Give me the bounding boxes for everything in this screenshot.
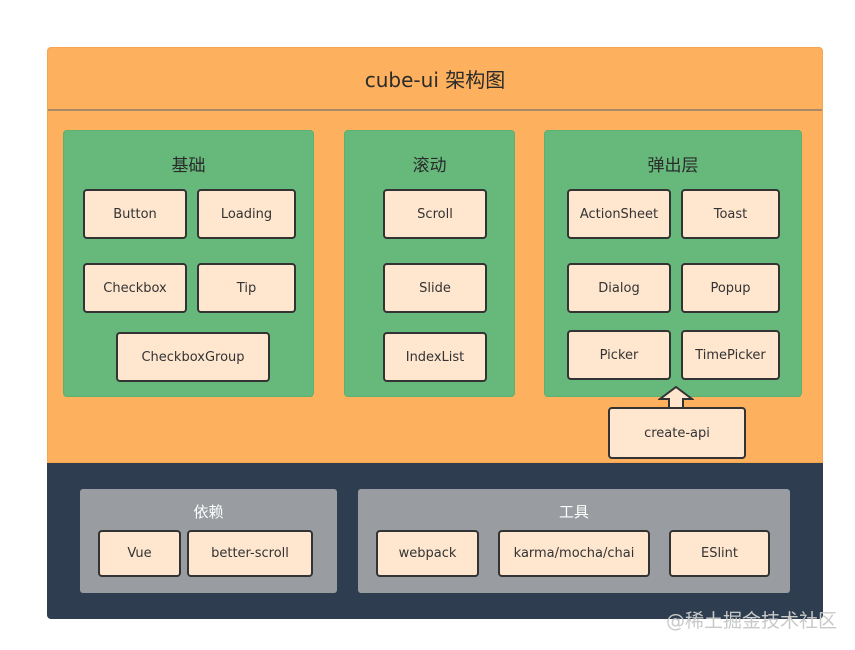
dependency-better-scroll: better-scroll [187, 530, 313, 577]
group-title: 弹出层 [647, 156, 699, 176]
panel-title: 工具 [558, 503, 589, 521]
component-slide: Slide [383, 263, 487, 313]
watermark: @稀土掘金技术社区 [665, 610, 837, 632]
component-button: Button [83, 189, 187, 239]
group-basic: 基础 Button Loading Checkbox Tip CheckboxG… [63, 130, 314, 397]
dependency-vue: Vue [98, 530, 181, 577]
group-scroll: 滚动 Scroll Slide IndexList [344, 130, 515, 397]
title-bar: cube-ui 架构图 [48, 48, 822, 111]
panel-title: 依赖 [193, 503, 224, 521]
component-toast: Toast [681, 189, 780, 239]
tool-webpack: webpack [376, 530, 479, 577]
component-checkbox: Checkbox [83, 263, 187, 313]
component-actionsheet: ActionSheet [567, 189, 671, 239]
component-popup: Popup [681, 263, 780, 313]
architecture-frame: cube-ui 架构图 基础 Button Loading Checkbox T… [47, 47, 823, 463]
tool-eslint: ESlint [669, 530, 770, 577]
component-indexlist: IndexList [383, 332, 487, 382]
create-api-box: create-api [608, 407, 746, 459]
group-popup: 弹出层 ActionSheet Toast Dialog Popup Picke… [544, 130, 802, 397]
component-timepicker: TimePicker [681, 330, 780, 380]
diagram-title: cube-ui 架构图 [364, 68, 506, 92]
infrastructure-section: 依赖 Vue better-scroll 工具 webpack karma/mo… [47, 463, 823, 619]
dependencies-panel: 依赖 Vue better-scroll [80, 489, 337, 593]
component-loading: Loading [197, 189, 296, 239]
group-title: 滚动 [412, 156, 447, 176]
group-title: 基础 [171, 156, 206, 176]
component-tip: Tip [197, 263, 296, 313]
arrow-up-icon [658, 386, 694, 408]
component-picker: Picker [567, 330, 671, 380]
tools-panel: 工具 webpack karma/mocha/chai ESlint [358, 489, 790, 593]
component-dialog: Dialog [567, 263, 671, 313]
component-checkboxgroup: CheckboxGroup [116, 332, 270, 382]
tool-karma-mocha-chai: karma/mocha/chai [498, 530, 650, 577]
component-scroll: Scroll [383, 189, 487, 239]
